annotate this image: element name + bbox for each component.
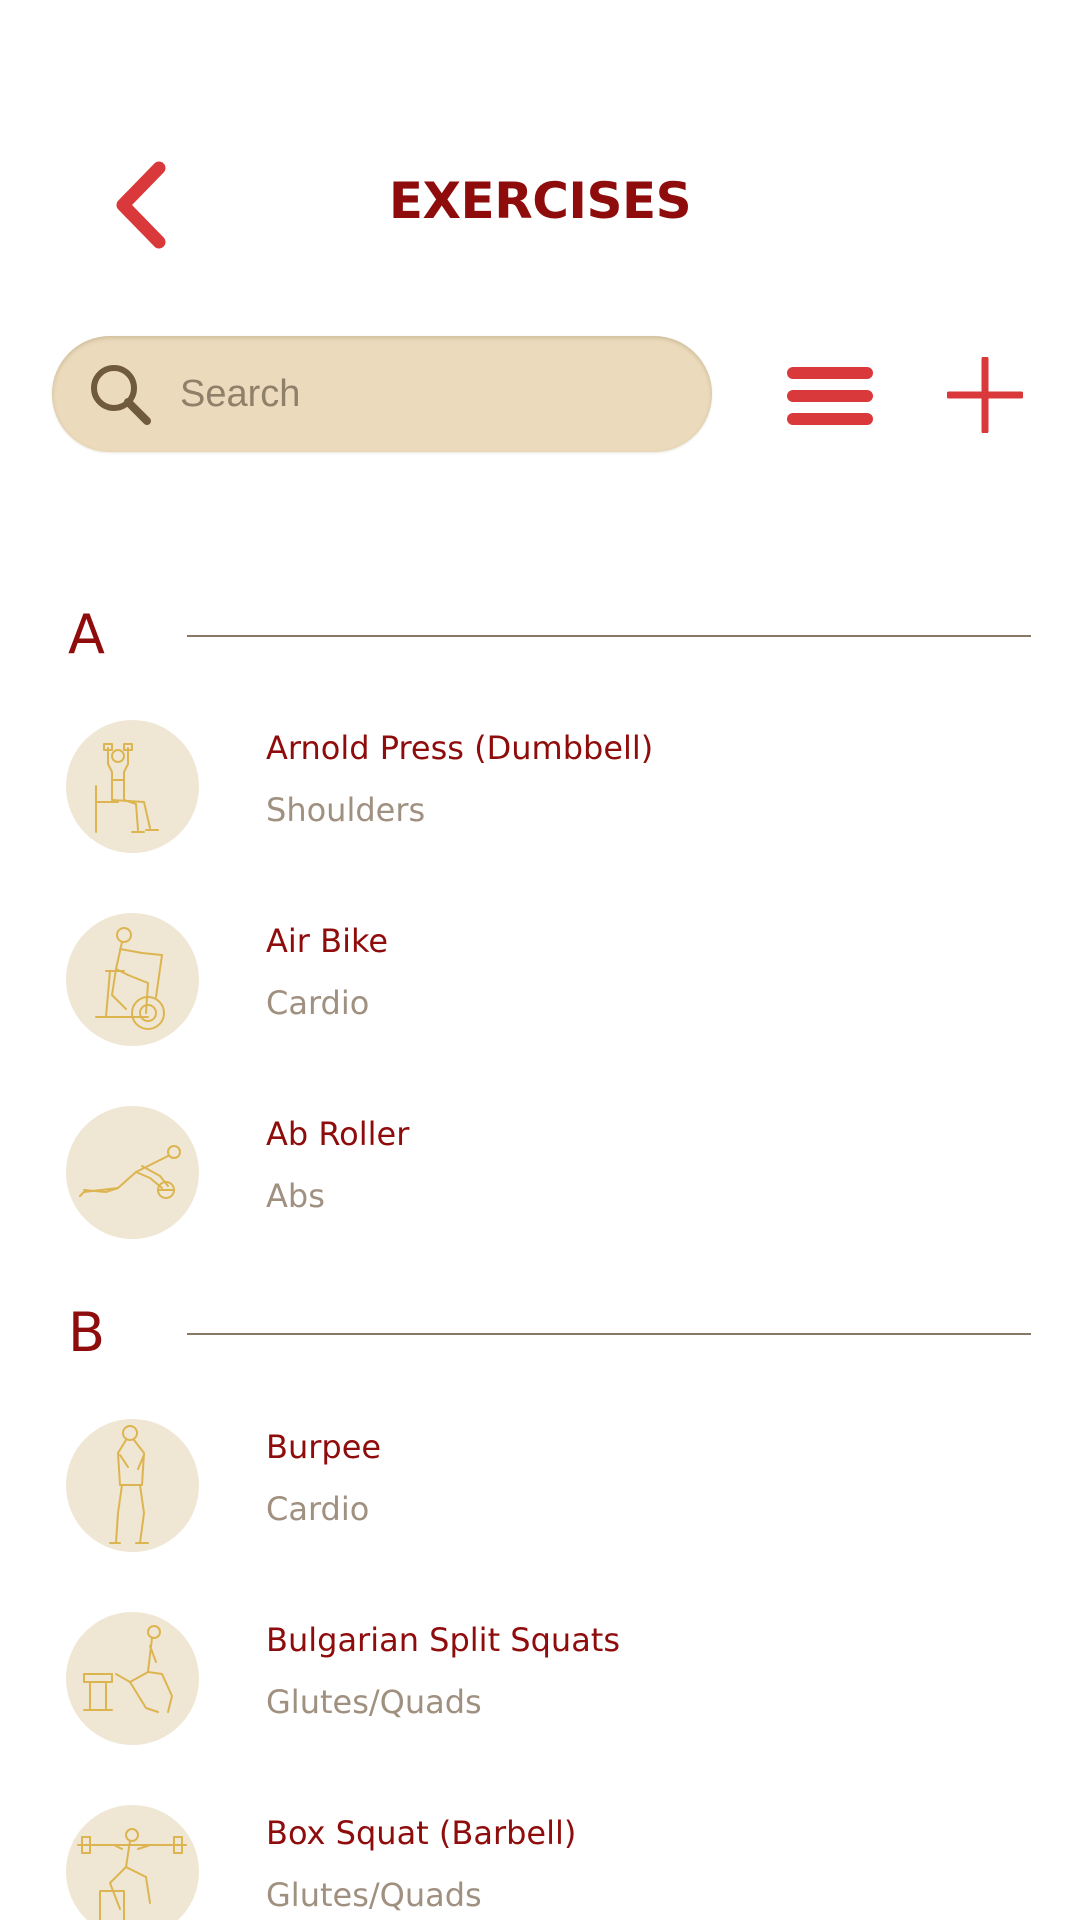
exercise-row[interactable]: Burpee Cardio xyxy=(0,1419,1080,1559)
exercise-thumbnail xyxy=(66,1419,199,1552)
section-divider xyxy=(187,1333,1031,1335)
section-header-b: B xyxy=(0,1293,1080,1373)
section-letter: B xyxy=(68,1301,106,1364)
exercise-row[interactable]: Ab Roller Abs xyxy=(0,1106,1080,1246)
bike-figure-icon xyxy=(95,927,165,1030)
section-header-a: A xyxy=(0,595,1080,675)
exercise-row[interactable]: Box Squat (Barbell) Glutes/Quads xyxy=(0,1805,1080,1920)
exercise-category: Cardio xyxy=(266,1490,370,1528)
standing-figure-icon xyxy=(109,1425,149,1544)
exercise-name: Bulgarian Split Squats xyxy=(266,1621,621,1659)
exercise-name: Arnold Press (Dumbbell) xyxy=(266,729,654,767)
page-title: EXERCISES xyxy=(388,172,692,230)
exercise-name: Burpee xyxy=(266,1428,382,1466)
ab-roller-figure-icon xyxy=(79,1145,181,1199)
search-icon xyxy=(86,360,154,428)
search-bar[interactable] xyxy=(52,336,712,452)
exercise-thumbnail xyxy=(66,1106,199,1239)
exercise-thumbnail xyxy=(66,1805,199,1920)
exercise-category: Shoulders xyxy=(266,791,426,829)
exercise-thumbnail xyxy=(66,720,199,853)
search-input[interactable] xyxy=(180,354,660,434)
exercise-category: Abs xyxy=(266,1177,325,1215)
seated-press-figure-icon xyxy=(95,743,159,833)
exercise-thumbnail xyxy=(66,1612,199,1745)
exercise-row[interactable]: Air Bike Cardio xyxy=(0,913,1080,1053)
plus-icon xyxy=(947,357,1023,433)
exercises-screen: EXERCISES A xyxy=(0,0,1080,1920)
exercise-category: Glutes/Quads xyxy=(266,1876,482,1914)
exercise-category: Cardio xyxy=(266,984,370,1022)
exercise-name: Air Bike xyxy=(266,922,389,960)
exercise-category: Glutes/Quads xyxy=(266,1683,482,1721)
menu-button[interactable] xyxy=(780,356,880,436)
exercise-row[interactable]: Arnold Press (Dumbbell) Shoulders xyxy=(0,720,1080,860)
add-exercise-button[interactable] xyxy=(940,350,1030,440)
exercise-name: Box Squat (Barbell) xyxy=(266,1814,577,1852)
exercise-name: Ab Roller xyxy=(266,1115,410,1153)
section-letter: A xyxy=(68,603,105,666)
split-squat-figure-icon xyxy=(83,1625,173,1713)
hamburger-menu-icon xyxy=(787,367,873,425)
box-squat-figure-icon xyxy=(77,1828,187,1920)
section-divider xyxy=(187,635,1031,637)
exercise-row[interactable]: Bulgarian Split Squats Glutes/Quads xyxy=(0,1612,1080,1752)
exercise-thumbnail xyxy=(66,913,199,1046)
